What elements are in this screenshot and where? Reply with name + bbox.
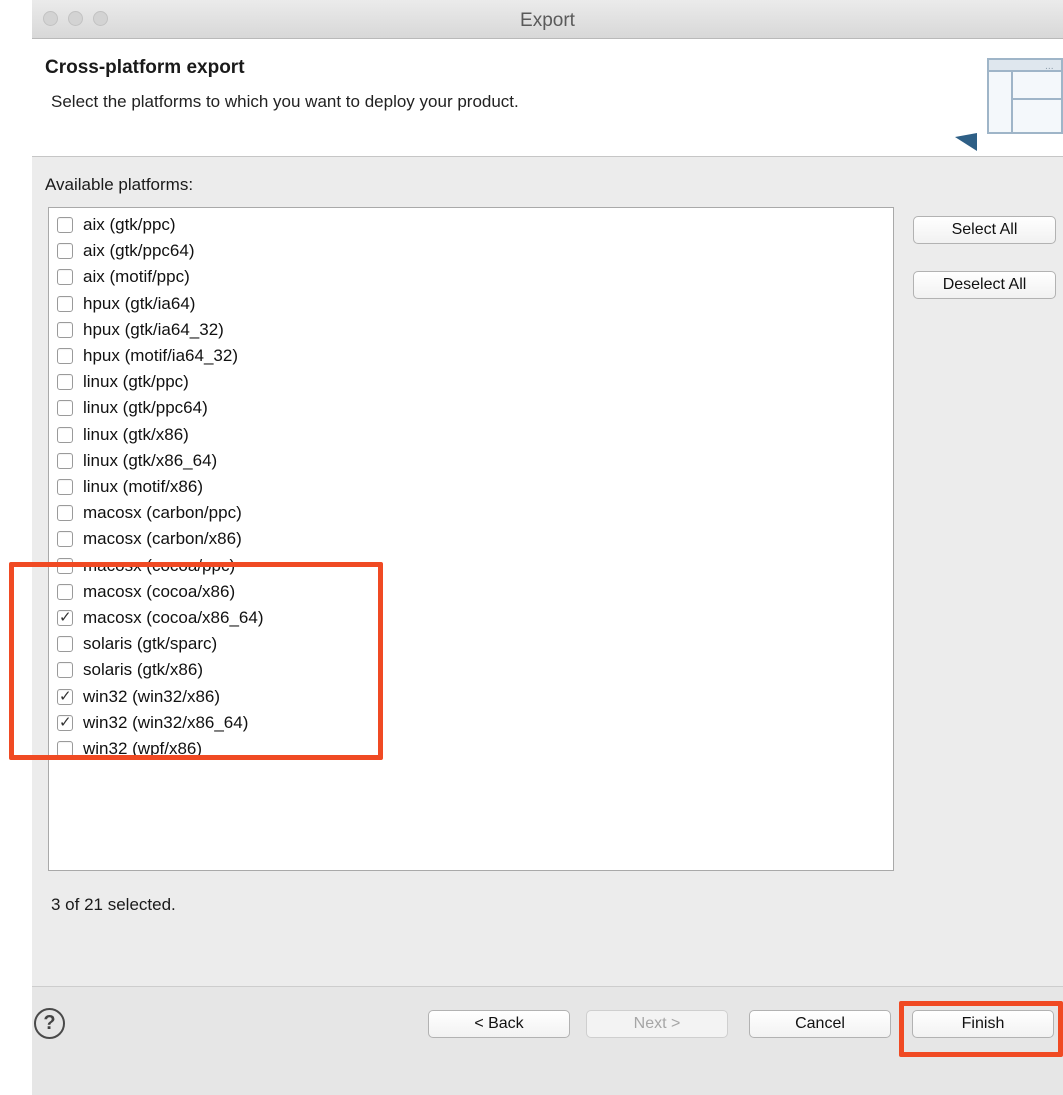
page-title: Cross-platform export	[45, 57, 245, 78]
platform-row[interactable]: linux (motif/x86)	[57, 474, 203, 500]
checkbox-unchecked[interactable]	[57, 348, 73, 364]
platform-row[interactable]: linux (gtk/x86_64)	[57, 448, 217, 474]
platform-row[interactable]: aix (gtk/ppc)	[57, 212, 176, 238]
platform-row[interactable]: aix (motif/ppc)	[57, 264, 190, 290]
platform-row[interactable]: aix (gtk/ppc64)	[57, 238, 195, 264]
deselect-all-button[interactable]: Deselect All	[913, 271, 1056, 299]
platform-label: linux (motif/x86)	[83, 477, 203, 496]
checkbox-unchecked[interactable]	[57, 217, 73, 233]
platform-label: macosx (carbon/x86)	[83, 529, 242, 549]
checkbox-unchecked[interactable]	[57, 426, 73, 443]
platform-row[interactable]: linux (gtk/ppc)	[57, 369, 189, 395]
platform-row[interactable]: linux (gtk/x86)	[57, 422, 189, 448]
checkbox-unchecked[interactable]	[57, 295, 73, 312]
available-platforms-label: Available platforms:	[45, 175, 194, 194]
platform-label: hpux (gtk/ia64)	[83, 293, 196, 313]
cancel-button[interactable]: Cancel	[749, 1010, 891, 1038]
checkbox-unchecked[interactable]	[57, 400, 73, 417]
back-button[interactable]: < Back	[428, 1010, 570, 1038]
platform-row[interactable]: hpux (gtk/ia64)	[57, 291, 195, 317]
platform-label: linux (gtk/ppc)	[83, 372, 189, 392]
next-button[interactable]: Next >	[586, 1010, 728, 1038]
export-dialog: Export Cross-platform export Select the …	[32, 0, 1063, 1095]
platform-label: linux (gtk/ppc64)	[83, 398, 208, 418]
platform-highlight-box	[9, 562, 383, 760]
platform-label: hpux (motif/ia64_32)	[83, 346, 238, 365]
wizard-header: Cross-platform export Select the platfor…	[32, 39, 1063, 157]
svg-text:...: ...	[1045, 62, 1054, 72]
platform-row[interactable]: hpux (motif/ia64_32)	[57, 343, 238, 369]
checkbox-unchecked[interactable]	[57, 479, 73, 495]
platform-label: aix (gtk/ppc64)	[83, 241, 195, 261]
title-bar: Export	[32, 0, 1063, 39]
finish-highlight-box	[899, 1001, 1063, 1057]
platform-label: hpux (gtk/ia64_32)	[83, 319, 224, 339]
checkbox-unchecked[interactable]	[57, 243, 73, 260]
platform-row[interactable]: macosx (carbon/ppc)	[57, 500, 242, 526]
platform-label: macosx (carbon/ppc)	[83, 503, 242, 523]
question-circle-icon[interactable]: ?	[34, 1008, 65, 1039]
checkbox-unchecked[interactable]	[57, 374, 73, 391]
selection-status: 3 of 21 selected.	[51, 895, 176, 914]
checkbox-unchecked[interactable]	[57, 505, 73, 522]
platform-list[interactable]: aix (gtk/ppc) aix (gtk/ppc64) aix (motif/p…	[48, 207, 894, 871]
page-description: Select the platforms to which you want t…	[51, 92, 519, 111]
checkbox-unchecked[interactable]	[57, 269, 73, 286]
platform-label: linux (gtk/x86_64)	[83, 450, 218, 470]
window-title: Export	[520, 10, 575, 31]
platform-row[interactable]: hpux (gtk/ia64_32)	[57, 317, 224, 343]
checkbox-unchecked[interactable]	[57, 531, 73, 548]
platform-label: linux (gtk/x86)	[83, 424, 189, 444]
checkbox-unchecked[interactable]	[57, 452, 73, 469]
platform-label: aix (gtk/ppc)	[83, 215, 176, 234]
select-all-button[interactable]: Select All	[913, 216, 1056, 244]
platform-row[interactable]: linux (gtk/ppc64)	[57, 395, 208, 421]
checkbox-unchecked[interactable]	[57, 321, 73, 338]
wizard-banner-icon: ...	[955, 58, 1063, 151]
platform-label: aix (motif/ppc)	[83, 267, 190, 287]
platform-row[interactable]: macosx (carbon/x86)	[57, 526, 242, 552]
